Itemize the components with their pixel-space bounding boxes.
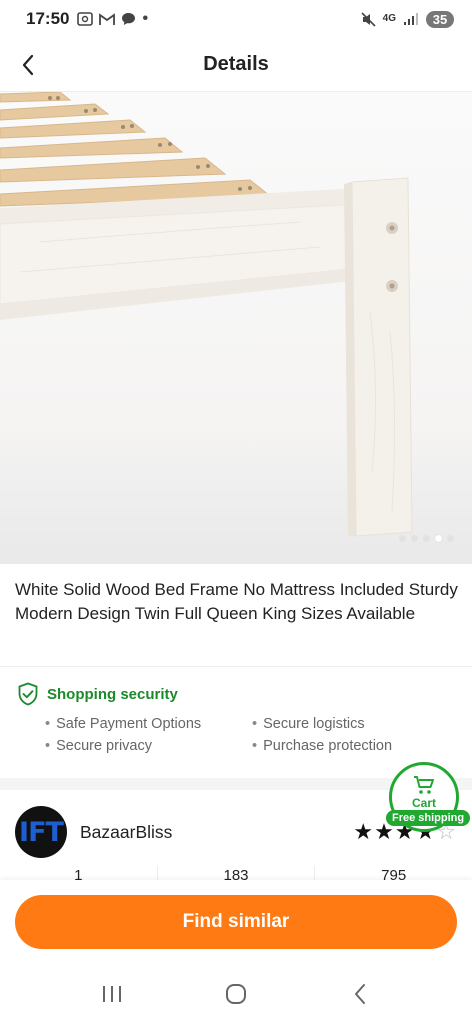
shopping-security[interactable]: Shopping security Safe Payment Options S… [17, 682, 457, 754]
bottom-action-bar: Find similar [0, 880, 472, 964]
seller-name[interactable]: BazaarBliss [80, 822, 172, 843]
carousel-dot[interactable] [447, 535, 454, 542]
status-icons-left: • [77, 10, 148, 28]
recent-apps-icon [103, 986, 121, 1002]
product-title: White Solid Wood Bed Frame No Mattress I… [15, 580, 458, 623]
seller-stat: 795 [381, 867, 407, 880]
status-bar: 17:50 • 4G 35 [0, 0, 472, 38]
signal-icon [404, 13, 418, 25]
carousel-dots [399, 535, 454, 542]
recent-apps-button[interactable] [92, 974, 132, 1014]
security-item: Secure privacy [45, 738, 252, 754]
system-nav-bar [0, 964, 472, 1024]
back-icon [355, 984, 365, 1004]
seller-avatar[interactable]: IFT [15, 806, 67, 858]
security-item: Purchase protection [252, 738, 452, 754]
seller-stat: 1 [0, 866, 158, 880]
security-item: Secure logistics [252, 716, 452, 732]
star-filled-icon: ★ [353, 819, 374, 844]
battery-icon: 35 [426, 10, 454, 28]
gmail-icon [99, 12, 116, 25]
system-back-button[interactable] [340, 974, 380, 1014]
security-header: Shopping security [17, 682, 457, 706]
divider [0, 666, 472, 667]
find-similar-button[interactable]: Find similar [15, 895, 457, 949]
bed-frame-illustration [0, 92, 413, 537]
carousel-dot[interactable] [411, 535, 418, 542]
home-icon [226, 984, 246, 1004]
status-time: 17:50 [26, 9, 70, 28]
page-header: Details [0, 38, 472, 92]
dot-icon: • [142, 10, 149, 27]
free-shipping-badge: Free shipping [386, 810, 471, 826]
security-item: Safe Payment Options [45, 716, 252, 732]
home-button[interactable] [216, 974, 256, 1014]
chat-icon [122, 13, 136, 25]
chevron-left-icon [22, 54, 34, 76]
carousel-dot[interactable] [399, 535, 406, 542]
shield-check-icon [18, 682, 38, 706]
screenshot-icon [77, 12, 94, 26]
page-title: Details [203, 53, 269, 75]
network-icon: 4G [382, 13, 396, 24]
carousel-dot[interactable] [435, 535, 442, 542]
carousel-dot[interactable] [423, 535, 430, 542]
cart-label: Cart [411, 796, 436, 810]
seller-stat: 183 [158, 866, 316, 880]
status-icons-right: 4G 35 [361, 10, 454, 28]
seller-stats: 1 183 795 [0, 866, 472, 880]
product-image[interactable] [0, 92, 472, 564]
back-button[interactable] [14, 51, 42, 79]
security-title: Shopping security [47, 685, 178, 703]
mute-icon [361, 11, 376, 27]
cart-icon [414, 776, 434, 794]
security-items: Safe Payment Options Secure logistics Se… [45, 716, 457, 754]
